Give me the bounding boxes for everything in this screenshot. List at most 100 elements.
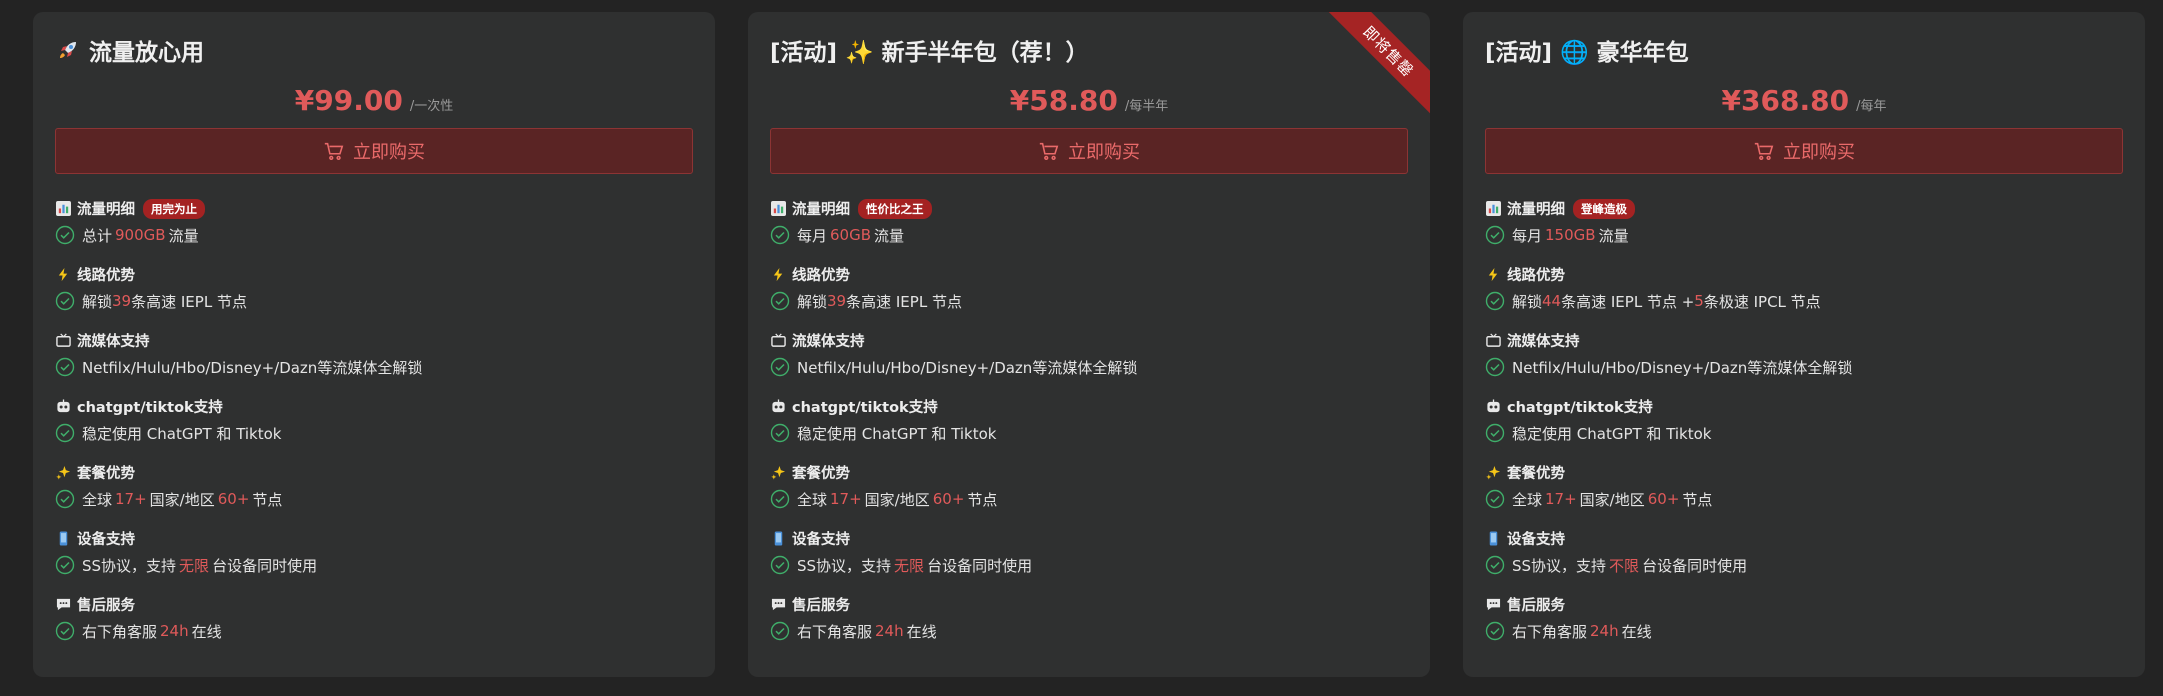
highlight-value: 39 <box>112 292 132 310</box>
feature-heading: 设备支持 <box>77 532 135 548</box>
plan-title: [活动] 🌐 豪华年包 <box>1485 34 2123 66</box>
highlight-value: 无限 <box>179 556 210 575</box>
cart-icon <box>324 142 344 161</box>
buy-now-button[interactable]: 立即购买 <box>770 128 1408 174</box>
text: Netfilx/Hulu/Hbo/Disney+/Dazn等流媒体全解锁 <box>82 358 423 377</box>
check-circle-icon <box>770 555 790 575</box>
feature-plan: 套餐优势 全球 17+ 国家/地区 60+ 节点 <box>1485 460 2123 526</box>
check-circle-icon <box>55 357 75 377</box>
text: 节点 <box>967 490 998 509</box>
text: SS协议，支持 <box>797 556 892 575</box>
check-circle-icon <box>770 225 790 245</box>
feature-heading: 流量明细 <box>1507 202 1565 218</box>
highlight-value: 60+ <box>1647 490 1680 508</box>
text: 稳定使用 ChatGPT 和 Tiktok <box>82 424 282 443</box>
check-circle-icon <box>770 423 790 443</box>
feature-heading: 流量明细 <box>77 202 135 218</box>
text: 国家/地区 <box>149 490 215 509</box>
feature-device: 设备支持 SS协议，支持 无限 台设备同时使用 <box>55 526 693 592</box>
text: 稳定使用 ChatGPT 和 Tiktok <box>797 424 997 443</box>
check-circle-icon <box>1485 357 1505 377</box>
lightning-icon <box>1485 267 1501 283</box>
feature-heading: chatgpt/tiktok支持 <box>1507 400 1653 416</box>
highlight-value: 17+ <box>830 490 862 508</box>
buy-now-label: 立即购买 <box>353 142 425 163</box>
phone-icon <box>770 531 786 547</box>
highlight-value: 39 <box>827 292 847 310</box>
feature-list: 流量明细 登峰造极 每月 150GB 流量 线路优势 解锁 44 条高速 IEPL 节点 … <box>1485 196 2123 658</box>
text: 台设备同时使用 <box>1642 556 1748 575</box>
feature-heading: 设备支持 <box>792 532 850 548</box>
feature-traffic: 流量明细 用完为止 总计 900GB 流量 <box>55 196 693 262</box>
phone-icon <box>1485 531 1501 547</box>
tv-icon <box>55 333 71 349</box>
highlight-value: 44 <box>1542 292 1562 310</box>
price-row: ¥368.80 /每年 <box>1485 84 2123 118</box>
check-circle-icon <box>55 225 75 245</box>
text: 国家/地区 <box>1579 490 1645 509</box>
robot-icon <box>55 399 71 415</box>
text: 在线 <box>1621 622 1652 641</box>
buy-now-button[interactable]: 立即购买 <box>55 128 693 174</box>
check-circle-icon <box>1485 489 1505 509</box>
text: 节点 <box>1682 490 1713 509</box>
feature-plan: 套餐优势 全球 17+ 国家/地区 60+ 节点 <box>770 460 1408 526</box>
price-period: /每年 <box>1856 99 1887 114</box>
plan-title-text: [活动] ✨ 新手半年包（荐！） <box>770 40 1089 66</box>
check-circle-icon <box>770 489 790 509</box>
lightning-icon <box>770 267 786 283</box>
text: 条高速 IEPL 节点 <box>131 292 247 311</box>
check-circle-icon <box>770 621 790 641</box>
feature-heading: 线路优势 <box>1507 268 1565 284</box>
check-circle-icon <box>55 291 75 311</box>
feature-heading: 套餐优势 <box>77 466 135 482</box>
cart-icon <box>1754 142 1774 161</box>
check-circle-icon <box>1485 291 1505 311</box>
plan-title: [活动] ✨ 新手半年包（荐！） <box>770 34 1408 66</box>
feature-heading: 售后服务 <box>77 598 135 614</box>
feature-route: 线路优势 解锁 44 条高速 IEPL 节点 +5 条极速 IPCL 节点 <box>1485 262 2123 328</box>
highlight-value: 60GB <box>830 226 872 244</box>
price: ¥99.00 <box>294 84 403 117</box>
feature-heading: 售后服务 <box>1507 598 1565 614</box>
bar-chart-icon <box>55 201 71 217</box>
text: Netfilx/Hulu/Hbo/Disney+/Dazn等流媒体全解锁 <box>797 358 1138 377</box>
robot-icon <box>770 399 786 415</box>
feature-traffic: 流量明细 性价比之王 每月 60GB 流量 <box>770 196 1408 262</box>
highlight-value: 900GB <box>115 226 166 244</box>
check-circle-icon <box>1485 621 1505 641</box>
robot-icon <box>1485 399 1501 415</box>
chat-bubble-icon <box>55 597 71 613</box>
text: 节点 <box>252 490 283 509</box>
highlight-value: 24h <box>1590 622 1619 640</box>
feature-ai: chatgpt/tiktok支持 稳定使用 ChatGPT 和 Tiktok <box>1485 394 2123 460</box>
text: Netfilx/Hulu/Hbo/Disney+/Dazn等流媒体全解锁 <box>1512 358 1853 377</box>
feature-streaming: 流媒体支持 Netfilx/Hulu/Hbo/Disney+/Dazn等流媒体全… <box>770 328 1408 394</box>
feature-heading: 流媒体支持 <box>792 334 865 350</box>
highlight-value: 不限 <box>1609 556 1640 575</box>
chat-bubble-icon <box>770 597 786 613</box>
text: 右下角客服 <box>1512 622 1588 641</box>
text: 右下角客服 <box>797 622 873 641</box>
text: 右下角客服 <box>82 622 158 641</box>
price-row: ¥58.80 /每半年 <box>770 84 1408 118</box>
feature-heading: 流量明细 <box>792 202 850 218</box>
text: 在线 <box>191 622 222 641</box>
check-circle-icon <box>770 357 790 377</box>
text: 每月 <box>797 226 828 245</box>
text: 在线 <box>906 622 937 641</box>
buy-now-button[interactable]: 立即购买 <box>1485 128 2123 174</box>
feature-device: 设备支持 SS协议，支持 不限 台设备同时使用 <box>1485 526 2123 592</box>
chat-bubble-icon <box>1485 597 1501 613</box>
lightning-icon <box>55 267 71 283</box>
bar-chart-icon <box>1485 201 1501 217</box>
check-circle-icon <box>1485 423 1505 443</box>
plan-card: [活动] 🌐 豪华年包 ¥368.80 /每年 立即购买 流量明细 登峰造极 每月… <box>1463 12 2145 677</box>
feature-list: 流量明细 用完为止 总计 900GB 流量 线路优势 解锁 39 条高速 IEPL 节点 … <box>55 196 693 658</box>
text: 条高速 IEPL 节点 <box>846 292 962 311</box>
bar-chart-icon <box>770 201 786 217</box>
text: 条极速 IPCL 节点 <box>1703 292 1821 311</box>
price-period: /一次性 <box>409 99 454 114</box>
plan-badge: 性价比之王 <box>858 198 932 219</box>
feature-support: 售后服务 右下角客服 24h 在线 <box>770 592 1408 658</box>
